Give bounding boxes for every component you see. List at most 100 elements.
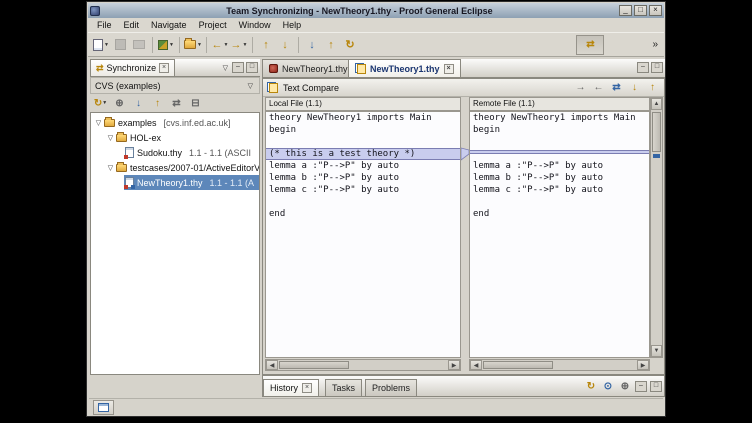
print-button[interactable] [130,35,148,55]
local-horizontal-scrollbar[interactable]: ◀ ▶ [265,359,461,371]
close-synchronize-tab-icon[interactable]: × [159,63,169,73]
next-difference-icon: ↓ [632,82,637,93]
update-all-button[interactable]: ↓ [303,35,321,55]
menu-window[interactable]: Window [233,19,277,31]
collapse-all-button[interactable]: ⊟ [187,96,204,111]
fast-view-icon [98,403,109,412]
tab-problems[interactable]: Problems [365,379,417,396]
open-resource-button[interactable]: ▼ [184,35,202,55]
tab-history[interactable]: History × [263,379,319,396]
minimize-view-button[interactable]: – [232,62,244,73]
toolbar-separator [298,37,299,53]
dropdown-icon[interactable]: ▼ [197,42,202,48]
pin-history-button[interactable]: ⊕ [618,380,632,393]
tree-row-sudoku[interactable]: Sudoku.thy 1.1 - 1.1 (ASCII [91,145,259,160]
scrollbar-thumb[interactable] [279,361,349,369]
scrollbar-thumb[interactable] [483,361,553,369]
close-window-button[interactable]: × [649,5,662,16]
scope-menu-icon[interactable]: ▽ [246,82,255,90]
twisty-icon[interactable]: ▽ [106,164,115,172]
next-change-button[interactable]: ↓ [276,35,294,55]
menu-edit[interactable]: Edit [118,19,146,31]
commit-all-button[interactable]: ↑ [322,35,340,55]
minimize-view-button[interactable]: – [635,381,647,392]
editor-tab-compare-newtheory1[interactable]: NewTheory1.thy × [348,59,461,77]
refresh-history-button[interactable]: ↻ [584,380,598,393]
tab-tasks[interactable]: Tasks [325,379,362,396]
synchronize-refresh-button[interactable]: ↻ [341,35,359,55]
dropdown-icon[interactable]: ▼ [224,42,229,48]
perspective-overflow-chevron[interactable]: » [652,39,660,50]
maximize-view-button[interactable]: □ [650,381,662,392]
titlebar[interactable]: Team Synchronizing - NewTheory1.thy - Pr… [88,3,664,18]
scroll-right-button[interactable]: ▶ [637,360,649,370]
close-history-tab-icon[interactable]: × [302,383,312,393]
forward-button[interactable]: → ▼ [230,35,248,55]
link-with-editor-button[interactable]: ⊙ [601,380,615,393]
tree-row-testcases[interactable]: ▽ testcases/2007-01/ActiveEditorV [91,160,259,175]
menu-help[interactable]: Help [277,19,308,31]
scroll-left-button[interactable]: ◀ [470,360,482,370]
diff-insertion-gap [470,148,649,160]
back-button[interactable]: ← ▼ [211,35,229,55]
incoming-mode-button[interactable]: ↓ [130,96,147,111]
synchronize-tree[interactable]: ▽ examples [cvs.inf.ed.ac.uk] ▽ HOL-ex [90,112,260,375]
external-tools-button[interactable]: ▼ [157,35,175,55]
previous-change-icon: ↑ [263,39,269,51]
scroll-up-button[interactable]: ▲ [651,98,662,110]
maximize-view-button[interactable]: □ [246,62,258,73]
maximize-editor-button[interactable]: □ [651,62,663,73]
close-editor-tab-icon[interactable]: × [444,64,454,74]
editor-tab-newtheory1[interactable]: NewTheory1.thy [262,59,355,77]
menu-navigate[interactable]: Navigate [145,19,193,31]
minimize-editor-button[interactable]: – [637,62,649,73]
status-bar [89,398,663,416]
next-difference-button[interactable]: ↓ [627,81,642,95]
save-button[interactable] [111,35,129,55]
scroll-left-button[interactable]: ◀ [266,360,278,370]
diff-insertion-marker [470,150,649,154]
scrollbar-thumb[interactable] [652,112,661,152]
tree-row-hol-ex[interactable]: ▽ HOL-ex [91,130,259,145]
remote-horizontal-scrollbar[interactable]: ◀ ▶ [469,359,650,371]
screen: Team Synchronizing - NewTheory1.thy - Pr… [0,0,752,423]
synchronization-scope-row[interactable]: CVS (examples) ▽ [90,77,260,94]
synchronize-tab-label: Synchronize [107,63,157,73]
maximize-window-button[interactable]: □ [634,5,647,16]
copy-all-right-to-left-button[interactable]: ← [591,81,606,95]
dropdown-icon[interactable]: ▼ [104,42,109,48]
twisty-icon[interactable]: ▽ [106,134,115,142]
tree-row-examples[interactable]: ▽ examples [cvs.inf.ed.ac.uk] [91,115,259,130]
dropdown-icon[interactable]: ▼ [169,42,174,48]
dropdown-icon[interactable]: ▼ [102,100,107,106]
fast-view-button[interactable] [93,400,114,415]
outgoing-mode-button[interactable]: ↑ [149,96,166,111]
dropdown-icon[interactable]: ▼ [243,42,248,48]
menu-file[interactable]: File [91,19,118,31]
external-tools-icon [158,40,168,50]
tab-synchronize[interactable]: ⇄ Synchronize × [90,59,175,76]
scroll-right-button[interactable]: ▶ [448,360,460,370]
new-wizard-button[interactable]: ▼ [92,35,110,55]
local-file-pane[interactable]: theory NewTheory1 imports Main begin (* … [265,111,461,358]
synchronize-button[interactable]: ↻ ▼ [92,96,109,111]
view-menu-icon[interactable]: ▽ [221,64,230,72]
previous-difference-button[interactable]: ↑ [645,81,660,95]
compare-actions: → ← ⇄ ↓ ↑ [573,81,660,95]
team-synchronizing-perspective-button[interactable]: ⇄ [576,35,604,55]
print-icon [133,40,145,49]
twisty-icon[interactable]: ▽ [94,119,103,127]
both-mode-button[interactable]: ⇄ [168,96,185,111]
code-line: lemma b :"P-->P" by auto [266,172,460,184]
copy-all-left-to-right-button[interactable]: → [573,81,588,95]
pin-view-button[interactable]: ⊕ [111,96,128,111]
remote-file-pane[interactable]: theory NewTheory1 imports Main begin lem… [469,111,650,358]
vertical-scrollbar[interactable]: ▲ ▼ [650,97,663,358]
previous-change-button[interactable]: ↑ [257,35,275,55]
tree-row-newtheory1[interactable]: NewTheory1.thy 1.1 - 1.1 (A [91,175,259,190]
scroll-down-button[interactable]: ▼ [651,345,662,357]
diff-overview-marker[interactable] [653,154,660,158]
menu-project[interactable]: Project [193,19,233,31]
copy-current-change-button[interactable]: ⇄ [609,81,624,95]
minimize-window-button[interactable]: _ [619,5,632,16]
